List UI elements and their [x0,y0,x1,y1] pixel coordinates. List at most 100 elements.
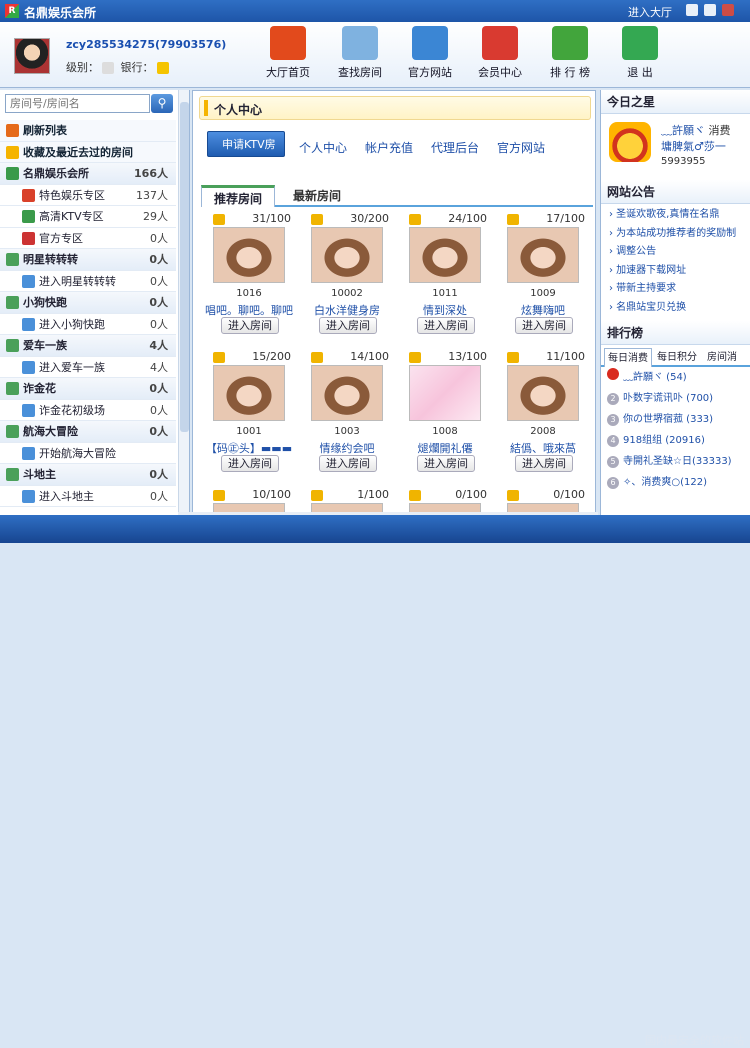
tab-newest[interactable]: 最新房间 [287,185,347,207]
tree-row[interactable]: 诈金花 0人 [0,378,176,400]
room-name[interactable]: 炫舞嗨吧 [495,302,591,318]
room-name[interactable]: 白水洋健身房 [299,302,395,318]
tree-row[interactable]: 高清KTV专区 29人 [0,206,176,228]
tree-row[interactable]: 爱车一族 4人 [0,335,176,357]
enter-room-button[interactable]: 进入房间 [319,317,377,334]
tree-item-label: 官方专区 [39,231,83,245]
ranking-item[interactable]: 2 卟数字谎讯卟 (700) [601,388,750,409]
ranking-name[interactable]: 918组组 (20916) [623,435,705,446]
sidebar-scrollbar[interactable] [178,90,189,512]
ranking-name[interactable]: 寺開礼圣缺☆日(33333) [623,456,732,467]
room-name[interactable]: 唱吧。聊吧。聊吧 [201,302,297,318]
tab-recommended[interactable]: 推荐房间 [201,185,275,207]
room-name[interactable]: 煺爛開礼僊 [397,440,493,456]
ranking-name[interactable]: ﹏許願ヾ (54) [623,372,687,383]
rank-badge-icon [607,368,619,380]
room-thumbnail[interactable] [507,365,579,421]
center-link-3[interactable]: 官方网站 [497,141,545,155]
room-thumbnail[interactable] [409,227,481,283]
room-thumbnail[interactable] [311,227,383,283]
maximize-icon[interactable] [704,4,716,16]
ranking-name[interactable]: 你の世堺宿菰 (333) [623,414,713,425]
nav-button-1[interactable]: 查找房间 [330,24,390,84]
tab-daily-points[interactable]: 每日积分 [654,348,700,367]
room-thumbnail[interactable] [507,227,579,283]
notice-item[interactable]: › 名鼎站宝贝兑换 [609,299,750,318]
notice-item[interactable]: › 调整公告 [609,243,750,262]
notice-item[interactable]: › 加速器下载网址 [609,262,750,281]
tree-row[interactable]: 开始航海大冒险 [0,443,176,464]
search-icon[interactable]: ⚲ [151,94,173,113]
enter-room-button[interactable]: 进入房间 [515,317,573,334]
room-name[interactable]: 【码㊣头】▬▬▬ [201,440,297,456]
tree-row[interactable]: 明星转转转 0人 [0,249,176,271]
center-link-1[interactable]: 帐户充值 [365,141,413,155]
enter-room-button[interactable]: 进入房间 [221,455,279,472]
enter-room-button[interactable]: 进入房间 [319,455,377,472]
nav-icon-0 [270,26,306,60]
star-consume: 消费 [708,124,731,137]
nav-button-2[interactable]: 官方网站 [400,24,460,84]
nav-button-0[interactable]: 大厅首页 [258,24,318,84]
tree-row[interactable]: 名鼎娱乐会所 166人 [0,163,176,185]
tree-row[interactable]: 进入爱车一族 4人 [0,357,176,378]
enter-room-button[interactable]: 进入房间 [515,455,573,472]
tree-row[interactable]: 斗地主 0人 [0,464,176,486]
star-name-text[interactable]: ﹏許願ヾ [661,124,705,137]
tree-row[interactable]: 进入小狗快跑 0人 [0,314,176,335]
enter-room-button[interactable]: 进入房间 [417,317,475,334]
notice-item[interactable]: › 圣诞欢歌夜,真情在名鼎 [609,206,750,225]
tree-row[interactable]: 官方专区 0人 [0,228,176,249]
ranking-item[interactable]: 4 918组组 (20916) [601,430,750,451]
nav-button-3[interactable]: 会员中心 [470,24,530,84]
center-link-0[interactable]: 个人中心 [299,141,347,155]
room-id: 1016 [236,288,262,299]
notice-title: 网站公告 [601,180,750,204]
close-icon[interactable] [722,4,734,16]
room-name[interactable]: 情缘约会吧 [299,440,395,456]
money-bag-icon[interactable] [156,62,169,74]
ranking-item[interactable]: 6 ✧、消费爽○(122) [601,472,750,493]
star-name[interactable]: ﹏許願ヾ 消费 [661,122,731,138]
minimize-icon[interactable] [686,4,698,16]
ranking-item[interactable]: 3 你の世堺宿菰 (333) [601,409,750,430]
lock-icon [409,352,421,363]
lock-icon [213,352,225,363]
ranking-name[interactable]: ✧、消费爽○(122) [623,477,707,488]
room-thumbnail[interactable] [213,365,285,421]
nav-button-4[interactable]: 排 行 榜 [540,24,600,84]
avatar[interactable] [14,38,50,74]
ranking-name[interactable]: 卟数字谎讯卟 (700) [623,393,713,404]
enter-room-button[interactable]: 进入房间 [221,317,279,334]
center-link-2[interactable]: 代理后台 [431,141,479,155]
tree-row[interactable]: 进入斗地主 0人 [0,486,176,507]
tree-row[interactable]: 小狗快跑 0人 [0,292,176,314]
enter-hall-link[interactable]: 进入大厅 [628,4,672,20]
apply-ktv-button[interactable]: 申请KTV房间 [207,131,285,177]
search-input[interactable] [5,94,150,113]
notice-item[interactable]: › 为本站成功推荐者的奖励制 [609,225,750,244]
scrollbar-thumb[interactable] [180,102,189,432]
tree-row[interactable]: 进入明星转转转 0人 [0,271,176,292]
tree-item-count: 29人 [143,210,168,223]
room-name[interactable]: 情到深处 [397,302,493,318]
room-thumbnail[interactable] [213,227,285,283]
room-tabs: 推荐房间 最新房间 [201,185,593,207]
tree-row[interactable]: 特色娱乐专区 137人 [0,185,176,206]
enter-room-button[interactable]: 进入房间 [417,455,475,472]
tree-row[interactable]: 收藏及最近去过的房间 [0,141,176,163]
tree-row[interactable]: 诈金花初级场 0人 [0,400,176,421]
tree-row[interactable]: 航海大冒险 0人 [0,421,176,443]
room-thumbnail[interactable] [311,365,383,421]
tab-daily-consume[interactable]: 每日消费 [604,348,652,367]
tree-row[interactable]: 刷新列表 [0,120,176,142]
tab-room-consume[interactable]: 房间消 [704,348,740,367]
notice-item[interactable]: › 带新主持要求 [609,280,750,299]
room-thumbnail[interactable] [409,365,481,421]
ranking-item[interactable]: 5 寺開礼圣缺☆日(33333) [601,451,750,472]
tree-item-icon [6,425,19,438]
room-name[interactable]: 結僞、哦來萵 [495,440,591,456]
star-name-secondary[interactable]: 墉脾氣♂莎一 [661,138,726,154]
ranking-item[interactable]: ﹏許願ヾ (54) [601,367,750,388]
nav-button-5[interactable]: 退 出 [610,24,670,84]
